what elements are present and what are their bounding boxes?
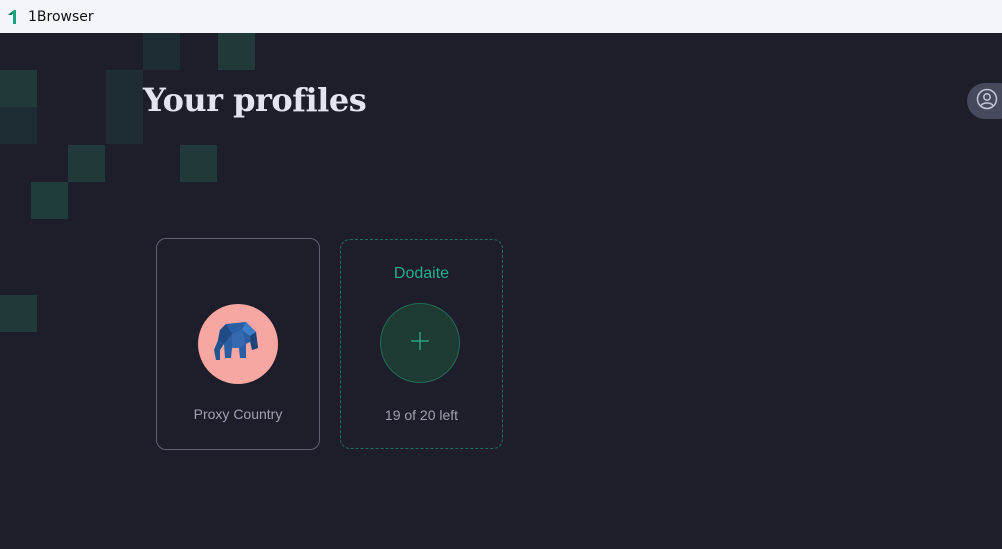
user-circle-icon [976,88,998,115]
decorative-tile [143,33,180,70]
add-profile-card[interactable]: Dodaite 19 of 20 left [340,239,503,449]
decorative-tile [68,145,105,182]
decorative-tile [0,295,37,332]
elephant-icon [212,320,264,369]
profile-name: Proxy Country [193,406,283,422]
main-content: Your profiles Proxy Country Dodaite 19 o… [0,33,1002,549]
decorative-tile [106,70,143,107]
account-button[interactable] [967,83,1002,119]
plus-icon [410,331,430,356]
decorative-tile [180,145,217,182]
add-profile-title: Dodaite [393,265,450,282]
decorative-tile [0,70,37,107]
decorative-tile [106,107,143,144]
app-logo-icon [6,9,20,25]
add-profile-button[interactable] [380,303,460,383]
decorative-tile [31,182,68,219]
window-titlebar: 1Browser [0,0,1002,33]
decorative-tile [0,107,37,144]
decorative-tile [218,33,255,70]
profile-card[interactable]: Proxy Country [156,238,320,450]
app-title: 1Browser [28,8,94,25]
page-title: Your profiles [143,81,367,119]
profile-avatar [198,304,278,384]
profiles-remaining: 19 of 20 left [384,407,459,423]
